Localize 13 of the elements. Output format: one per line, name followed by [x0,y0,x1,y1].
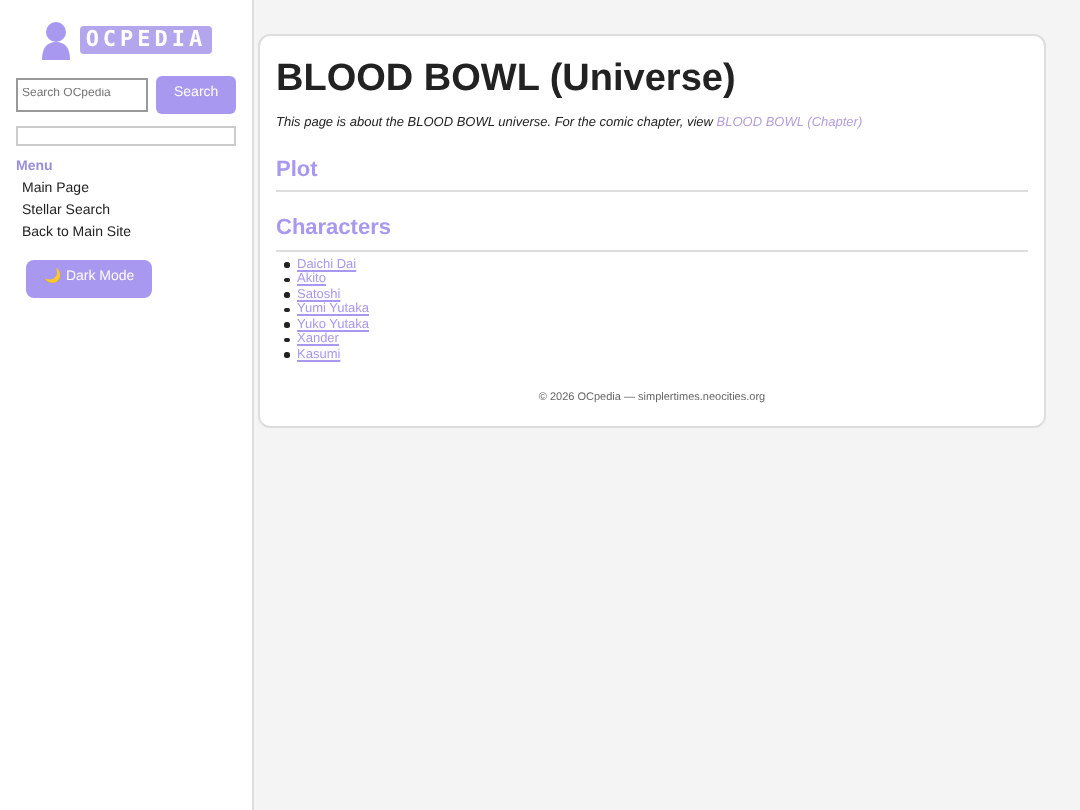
bullet-icon [284,352,289,358]
bullet-icon [284,307,289,313]
blank-field[interactable] [16,125,236,145]
person-icon [39,20,72,60]
section-heading: Characters [276,212,1028,252]
bullet-icon [284,322,289,328]
logo-text: OCPEDIA [79,26,213,54]
page-title: BLOOD BOWL (Universe) [276,56,738,104]
bullet-icon [284,262,289,268]
section-heading: Plot [276,153,1028,193]
bullet-icon [284,277,289,283]
bullet-icon [284,337,289,343]
bullet-icon [284,292,289,298]
